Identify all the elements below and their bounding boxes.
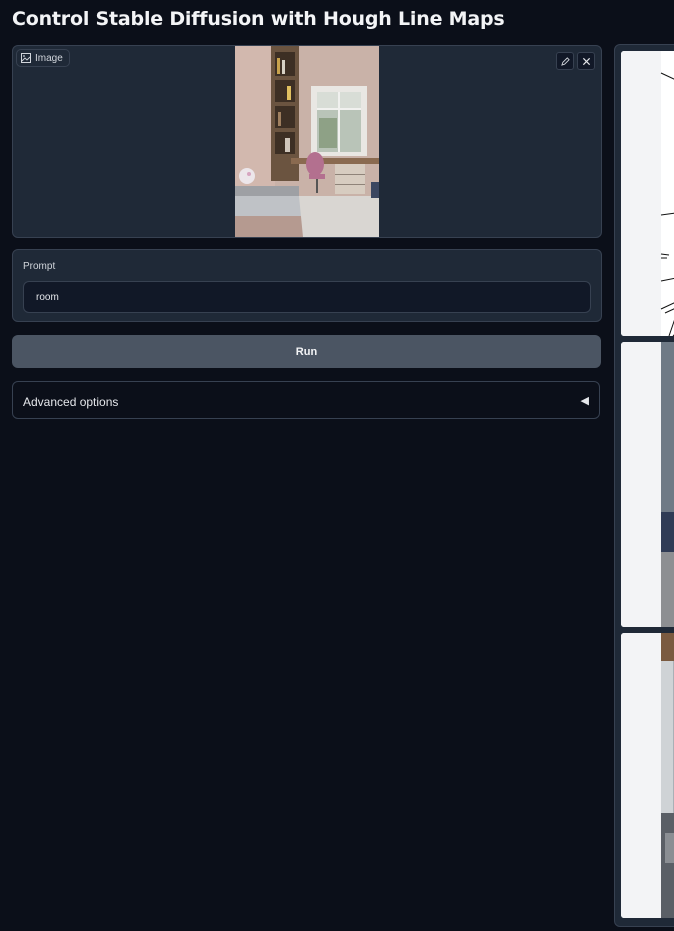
pencil-icon (560, 56, 570, 66)
output-gallery (614, 44, 674, 927)
gallery-item-result-1[interactable] (621, 342, 674, 627)
image-toolbar (556, 52, 595, 70)
clear-image-button[interactable] (577, 52, 595, 70)
close-icon (582, 57, 590, 65)
uploaded-room-photo (235, 46, 379, 237)
advanced-options-accordion[interactable]: Advanced options ◀ (12, 381, 600, 419)
prompt-label: Prompt (23, 261, 56, 272)
image-icon (21, 53, 31, 63)
input-column: Image Prompt room Run Advanced options ◀ (0, 0, 610, 931)
run-button[interactable]: Run (12, 335, 601, 368)
generated-room-image-2 (621, 633, 674, 918)
hough-line-map-image (621, 51, 674, 336)
prompt-input[interactable] (23, 281, 591, 313)
advanced-options-label: Advanced options (23, 395, 119, 409)
gallery-item-line-map[interactable] (621, 51, 674, 336)
gallery-item-result-2[interactable] (621, 633, 674, 918)
image-input[interactable]: Image (12, 45, 602, 238)
prompt-block: Prompt (12, 249, 602, 322)
image-label: Image (35, 52, 63, 64)
image-label-badge: Image (16, 49, 70, 67)
edit-image-button[interactable] (556, 52, 574, 70)
generated-room-image-1 (621, 342, 674, 627)
caret-left-icon: ◀ (580, 395, 589, 407)
